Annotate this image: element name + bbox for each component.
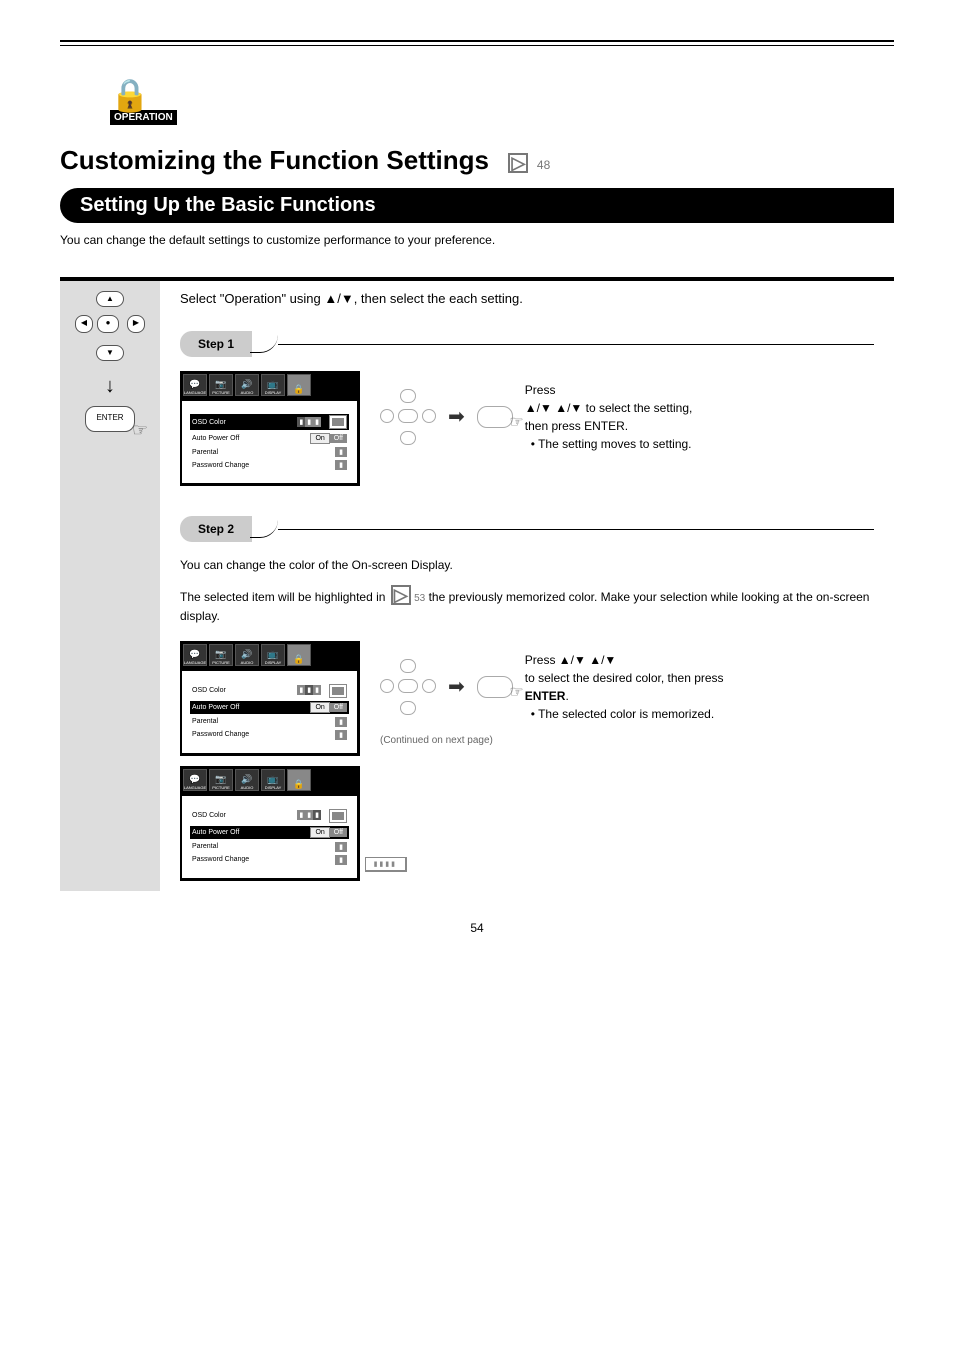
dpad-up-icon: ▲ xyxy=(96,291,124,307)
nav-figure-2: ➡ Press ▲/▼ ▲/▼ to select the desired co… xyxy=(380,651,874,723)
menu-row-osd: OSD Color ▮▮▮ xyxy=(192,684,347,698)
dpad-down-icon: ▼ xyxy=(96,345,124,361)
title-text: Customizing the Function Settings xyxy=(60,145,489,175)
page-title: Customizing the Function Settings ▷ 48 xyxy=(60,145,894,176)
nav-right-icon xyxy=(422,409,436,423)
step-2-intro: You can change the color of the On-scree… xyxy=(180,556,874,627)
intro-text: You can change the default settings to c… xyxy=(60,233,894,247)
menu-row-parental: Parental▮ xyxy=(192,717,347,727)
menu-screenshot-1: 💬LANGUAGE 📷PICTURE 🔊AUDIO 📺DISPLAY 🔒 OSD… xyxy=(180,371,360,486)
tab-language: 💬LANGUAGE xyxy=(183,769,207,791)
menu-box-3: OSD Color ▮▮▮ Auto Power Off OnOff Paren… xyxy=(180,794,360,881)
menu-screenshot-3: 💬LANGUAGE 📷PICTURE 🔊AUDIO 📺DISPLAY 🔒 OSD… xyxy=(180,766,360,881)
tv-thumb-icon xyxy=(329,415,347,429)
step-2-label: Step 2 xyxy=(180,516,874,542)
dpad-left-icon: ◀ xyxy=(75,315,93,333)
section-heading: Setting Up the Basic Functions xyxy=(60,188,894,223)
menu-row-password: Password Change▮ xyxy=(192,855,347,865)
nav-up-icon xyxy=(400,659,416,673)
tab-display: 📺DISPLAY xyxy=(261,644,285,666)
nav-down-icon xyxy=(400,701,416,715)
title-note: 48 xyxy=(537,158,550,172)
menu-box-2: OSD Color ▮▮▮ Auto Power Off OnOff Paren… xyxy=(180,669,360,756)
goto-icon-small: ▷ xyxy=(391,585,411,605)
menu-row-osd: OSD Color ▮▮▮ xyxy=(192,809,347,823)
step-heading: Select "Operation" using ▲/▼, then selec… xyxy=(180,291,874,306)
step-2-body: 💬LANGUAGE 📷PICTURE 🔊AUDIO 📺DISPLAY 🔒 OSD… xyxy=(180,641,874,881)
step-1-text: ➡ Press ▲/▼ ▲/▼ to select the setting, t… xyxy=(380,371,874,486)
tab-audio: 🔊AUDIO xyxy=(235,769,259,791)
tab-operation: 🔒 xyxy=(287,769,311,791)
operation-label: OPERATION xyxy=(110,110,177,125)
tab-picture: 📷PICTURE xyxy=(209,374,233,396)
password-overlay: ▮▮▮▮ xyxy=(365,857,407,872)
step-1-body: 💬LANGUAGE 📷PICTURE 🔊AUDIO 📺DISPLAY 🔒 OSD… xyxy=(180,371,874,486)
step-1-label: Step 1 xyxy=(180,331,874,357)
menu-row-auto: Auto Power Off OnOff xyxy=(190,701,349,714)
dpad-figure: ▲ ◀ ● ▶ ▼ xyxy=(75,291,145,361)
step2-bullet: • The selected color is memorized. xyxy=(531,705,874,723)
menu-box-1: OSD Color ▮▮▮ Auto Power Off OnOff Paren… xyxy=(180,399,360,486)
continued-notice: (Continued on next page) xyxy=(380,733,874,748)
menu-screenshot-2: 💬LANGUAGE 📷PICTURE 🔊AUDIO 📺DISPLAY 🔒 OSD… xyxy=(180,641,360,756)
menu-row-password: Password Change▮ xyxy=(192,460,347,470)
enter-figure xyxy=(477,676,513,698)
nav-down-icon xyxy=(400,431,416,445)
step1-bullet: • The setting moves to setting. xyxy=(531,435,874,453)
tab-language: 💬LANGUAGE xyxy=(183,644,207,666)
tab-operation: 🔒 xyxy=(287,644,311,666)
menu-row-parental: Parental▮ xyxy=(192,447,347,457)
sidebar-remote: ▲ ◀ ● ▶ ▼ ↓ ENTER xyxy=(60,281,160,891)
menu-row-auto: Auto Power Off OnOff xyxy=(190,826,349,839)
nav-up-icon xyxy=(400,389,416,403)
tv-thumb-icon xyxy=(329,684,347,698)
operation-badge: 🔒 OPERATION xyxy=(110,76,894,125)
tab-display: 📺DISPLAY xyxy=(261,374,285,396)
nav-figure-1: ➡ Press ▲/▼ ▲/▼ to select the setting, t… xyxy=(380,381,874,453)
nav-center-icon xyxy=(398,679,418,693)
tab-audio: 🔊AUDIO xyxy=(235,374,259,396)
nav-center-icon xyxy=(398,409,418,423)
enter-figure xyxy=(477,406,513,428)
enter-button-figure: ENTER xyxy=(85,406,135,432)
tv-thumb-icon xyxy=(329,809,347,823)
menu-row-parental: Parental▮ xyxy=(192,842,347,852)
tab-operation: 🔒 xyxy=(287,374,311,396)
nav-left-icon xyxy=(380,679,394,693)
step-head-text: Select "Operation" using ▲/▼, then selec… xyxy=(180,291,523,306)
menu-row-osd: OSD Color ▮▮▮ xyxy=(190,414,349,430)
arrow-right-icon: ➡ xyxy=(448,402,465,432)
lock-icon: 🔒 xyxy=(110,76,177,114)
tab-picture: 📷PICTURE xyxy=(209,769,233,791)
dpad-right-icon: ▶ xyxy=(127,315,145,333)
goto-icon: ▷ xyxy=(508,153,528,173)
content: Select "Operation" using ▲/▼, then selec… xyxy=(160,281,894,891)
nav-right-icon xyxy=(422,679,436,693)
page-number: 54 xyxy=(60,921,894,935)
arrow-right-icon: ➡ xyxy=(448,672,465,702)
nav-left-icon xyxy=(380,409,394,423)
arrow-down-icon: ↓ xyxy=(105,375,115,398)
step-2-text: ➡ Press ▲/▼ ▲/▼ to select the desired co… xyxy=(380,641,874,881)
top-rule xyxy=(60,40,894,46)
tab-display: 📺DISPLAY xyxy=(261,769,285,791)
section: ▲ ◀ ● ▶ ▼ ↓ ENTER Select "Operation" usi… xyxy=(60,277,894,891)
menu-row-password: Password Change▮ xyxy=(192,730,347,740)
tab-language: 💬LANGUAGE xyxy=(183,374,207,396)
tab-picture: 📷PICTURE xyxy=(209,644,233,666)
tab-audio: 🔊AUDIO xyxy=(235,644,259,666)
menu-row-auto: Auto Power Off OnOff xyxy=(192,433,347,444)
dpad-enter-icon: ● xyxy=(97,315,119,333)
page: 🔒 OPERATION Customizing the Function Set… xyxy=(0,0,954,955)
